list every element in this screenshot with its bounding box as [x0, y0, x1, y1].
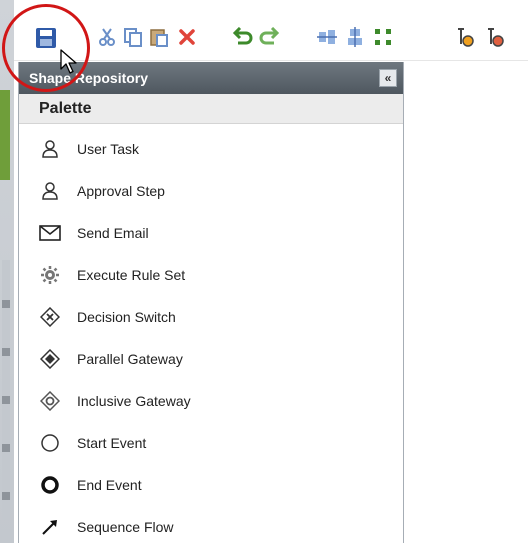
cut-button[interactable] [96, 26, 118, 48]
paste-button[interactable] [148, 26, 170, 48]
palette-item-end-event[interactable]: End Event [19, 464, 403, 506]
palette-item-label: Start Event [77, 435, 147, 451]
gear-icon [37, 264, 63, 286]
palette-item-label: Sequence Flow [77, 519, 174, 535]
add-shape-button[interactable] [454, 26, 476, 48]
delete-button[interactable] [176, 26, 198, 48]
paste-icon [150, 29, 168, 47]
remove-shape-button[interactable] [484, 26, 506, 48]
redo-button[interactable] [258, 26, 280, 48]
group-icon [375, 29, 391, 45]
palette-item-label: User Task [77, 141, 139, 157]
left-edge-strip [0, 0, 14, 543]
redo-icon [259, 27, 280, 45]
palette-item-label: Decision Switch [77, 309, 176, 325]
circle-thick-icon [37, 474, 63, 496]
toolbar [14, 0, 528, 61]
palette-item-send-email[interactable]: Send Email [19, 212, 403, 254]
undo-button[interactable] [232, 26, 254, 48]
shape-repository-panel: Shape Repository « Palette User Task App… [18, 62, 404, 543]
palette-item-start-event[interactable]: Start Event [19, 422, 403, 464]
align-vertical-icon [317, 30, 337, 44]
palette-item-sequence-flow[interactable]: Sequence Flow [19, 506, 403, 548]
palette-item-label: Send Email [77, 225, 149, 241]
copy-icon [124, 28, 142, 47]
align-vertical-button[interactable] [316, 26, 338, 48]
diamond-circle-icon [37, 390, 63, 412]
shape-repository-title: Shape Repository [29, 70, 149, 86]
palette-item-label: Approval Step [77, 183, 165, 199]
group-button[interactable] [372, 26, 394, 48]
align-horizontal-button[interactable] [344, 26, 366, 48]
left-edge-accent [0, 90, 10, 180]
palette-item-parallel-gateway[interactable]: Parallel Gateway [19, 338, 403, 380]
palette-item-label: Parallel Gateway [77, 351, 183, 367]
user-icon [37, 138, 63, 160]
diamond-plus-icon [37, 348, 63, 370]
arrow-icon [37, 516, 63, 538]
palette-title: Palette [19, 94, 403, 124]
delete-icon [179, 29, 195, 45]
envelope-icon [37, 222, 63, 244]
palette-item-inclusive-gateway[interactable]: Inclusive Gateway [19, 380, 403, 422]
left-edge-marks [2, 260, 10, 520]
palette-item-label: Execute Rule Set [77, 267, 186, 283]
palette-item-user-task[interactable]: User Task [19, 128, 403, 170]
palette-item-label: End Event [77, 477, 142, 493]
remove-shape-icon [488, 28, 504, 47]
save-button[interactable] [34, 26, 58, 50]
undo-icon [232, 27, 253, 45]
circle-thin-icon [37, 432, 63, 454]
palette-list: User Task Approval Step Send Email Execu… [19, 128, 403, 548]
save-icon [36, 28, 56, 48]
palette-item-label: Inclusive Gateway [77, 393, 191, 409]
palette-item-decision-switch[interactable]: Decision Switch [19, 296, 403, 338]
cut-icon [99, 28, 115, 46]
copy-button[interactable] [122, 26, 144, 48]
collapse-panel-button[interactable]: « [379, 69, 397, 87]
shape-repository-header: Shape Repository « [19, 62, 403, 94]
add-shape-icon [458, 28, 474, 47]
palette-item-execute-rule-set[interactable]: Execute Rule Set [19, 254, 403, 296]
diamond-x-icon [37, 306, 63, 328]
user-icon [37, 180, 63, 202]
palette-item-approval-step[interactable]: Approval Step [19, 170, 403, 212]
align-horizontal-icon [348, 27, 362, 47]
